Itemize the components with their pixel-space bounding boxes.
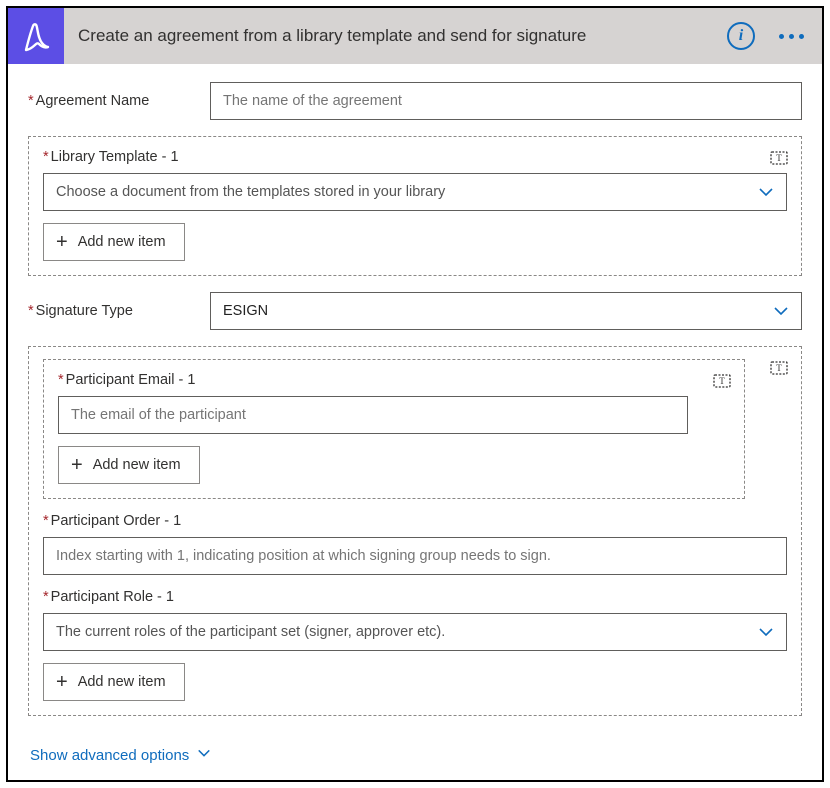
array-toggle-icon[interactable]: T xyxy=(769,147,789,167)
library-template-select[interactable]: Choose a document from the templates sto… xyxy=(43,173,787,211)
agreement-name-label: *Agreement Name xyxy=(28,93,210,109)
more-menu-icon[interactable] xyxy=(773,28,810,45)
show-advanced-options-link[interactable]: Show advanced options xyxy=(28,742,213,768)
info-icon[interactable]: i xyxy=(727,22,755,50)
participant-order-label: *Participant Order - 1 xyxy=(43,513,787,529)
participant-role-block: *Participant Role - 1 The current roles … xyxy=(43,589,787,651)
array-toggle-icon[interactable]: T xyxy=(769,357,789,377)
plus-icon: + xyxy=(56,672,68,692)
svg-text:T: T xyxy=(776,153,782,163)
participant-role-label: *Participant Role - 1 xyxy=(43,589,787,605)
participant-email-group: T *Participant Email - 1 + Add new item xyxy=(43,359,745,499)
chevron-down-icon xyxy=(773,303,789,319)
agreement-name-input[interactable] xyxy=(210,82,802,120)
participant-order-block: *Participant Order - 1 xyxy=(43,513,787,575)
plus-icon: + xyxy=(71,455,83,475)
signature-type-row: *Signature Type ESIGN xyxy=(28,292,802,330)
chevron-down-icon xyxy=(758,184,774,200)
library-template-label: *Library Template - 1 xyxy=(43,149,787,165)
participant-role-select[interactable]: The current roles of the participant set… xyxy=(43,613,787,651)
library-template-add-button[interactable]: + Add new item xyxy=(43,223,185,261)
participant-email-add-button[interactable]: + Add new item xyxy=(58,446,200,484)
array-toggle-icon[interactable]: T xyxy=(712,370,732,390)
participant-order-input[interactable] xyxy=(43,537,787,575)
plus-icon: + xyxy=(56,232,68,252)
participants-add-button[interactable]: + Add new item xyxy=(43,663,185,701)
participant-email-input[interactable] xyxy=(58,396,688,434)
chevron-down-icon xyxy=(758,624,774,640)
card-title: Create an agreement from a library templ… xyxy=(64,26,727,46)
signature-type-select[interactable]: ESIGN xyxy=(210,292,802,330)
participant-email-label: *Participant Email - 1 xyxy=(58,372,730,388)
svg-text:T: T xyxy=(719,376,725,386)
library-template-group: T *Library Template - 1 Choose a documen… xyxy=(28,136,802,276)
card-body: *Agreement Name T *Library Template - 1 … xyxy=(8,64,822,780)
action-card: Create an agreement from a library templ… xyxy=(6,6,824,782)
agreement-name-row: *Agreement Name xyxy=(28,82,802,120)
signature-type-label: *Signature Type xyxy=(28,303,210,319)
adobe-acrobat-icon xyxy=(8,8,64,64)
svg-text:T: T xyxy=(776,363,782,373)
card-header: Create an agreement from a library templ… xyxy=(8,8,822,64)
chevron-down-icon xyxy=(197,746,211,764)
participants-group: T T *Participant Email - 1 + Add new xyxy=(28,346,802,716)
